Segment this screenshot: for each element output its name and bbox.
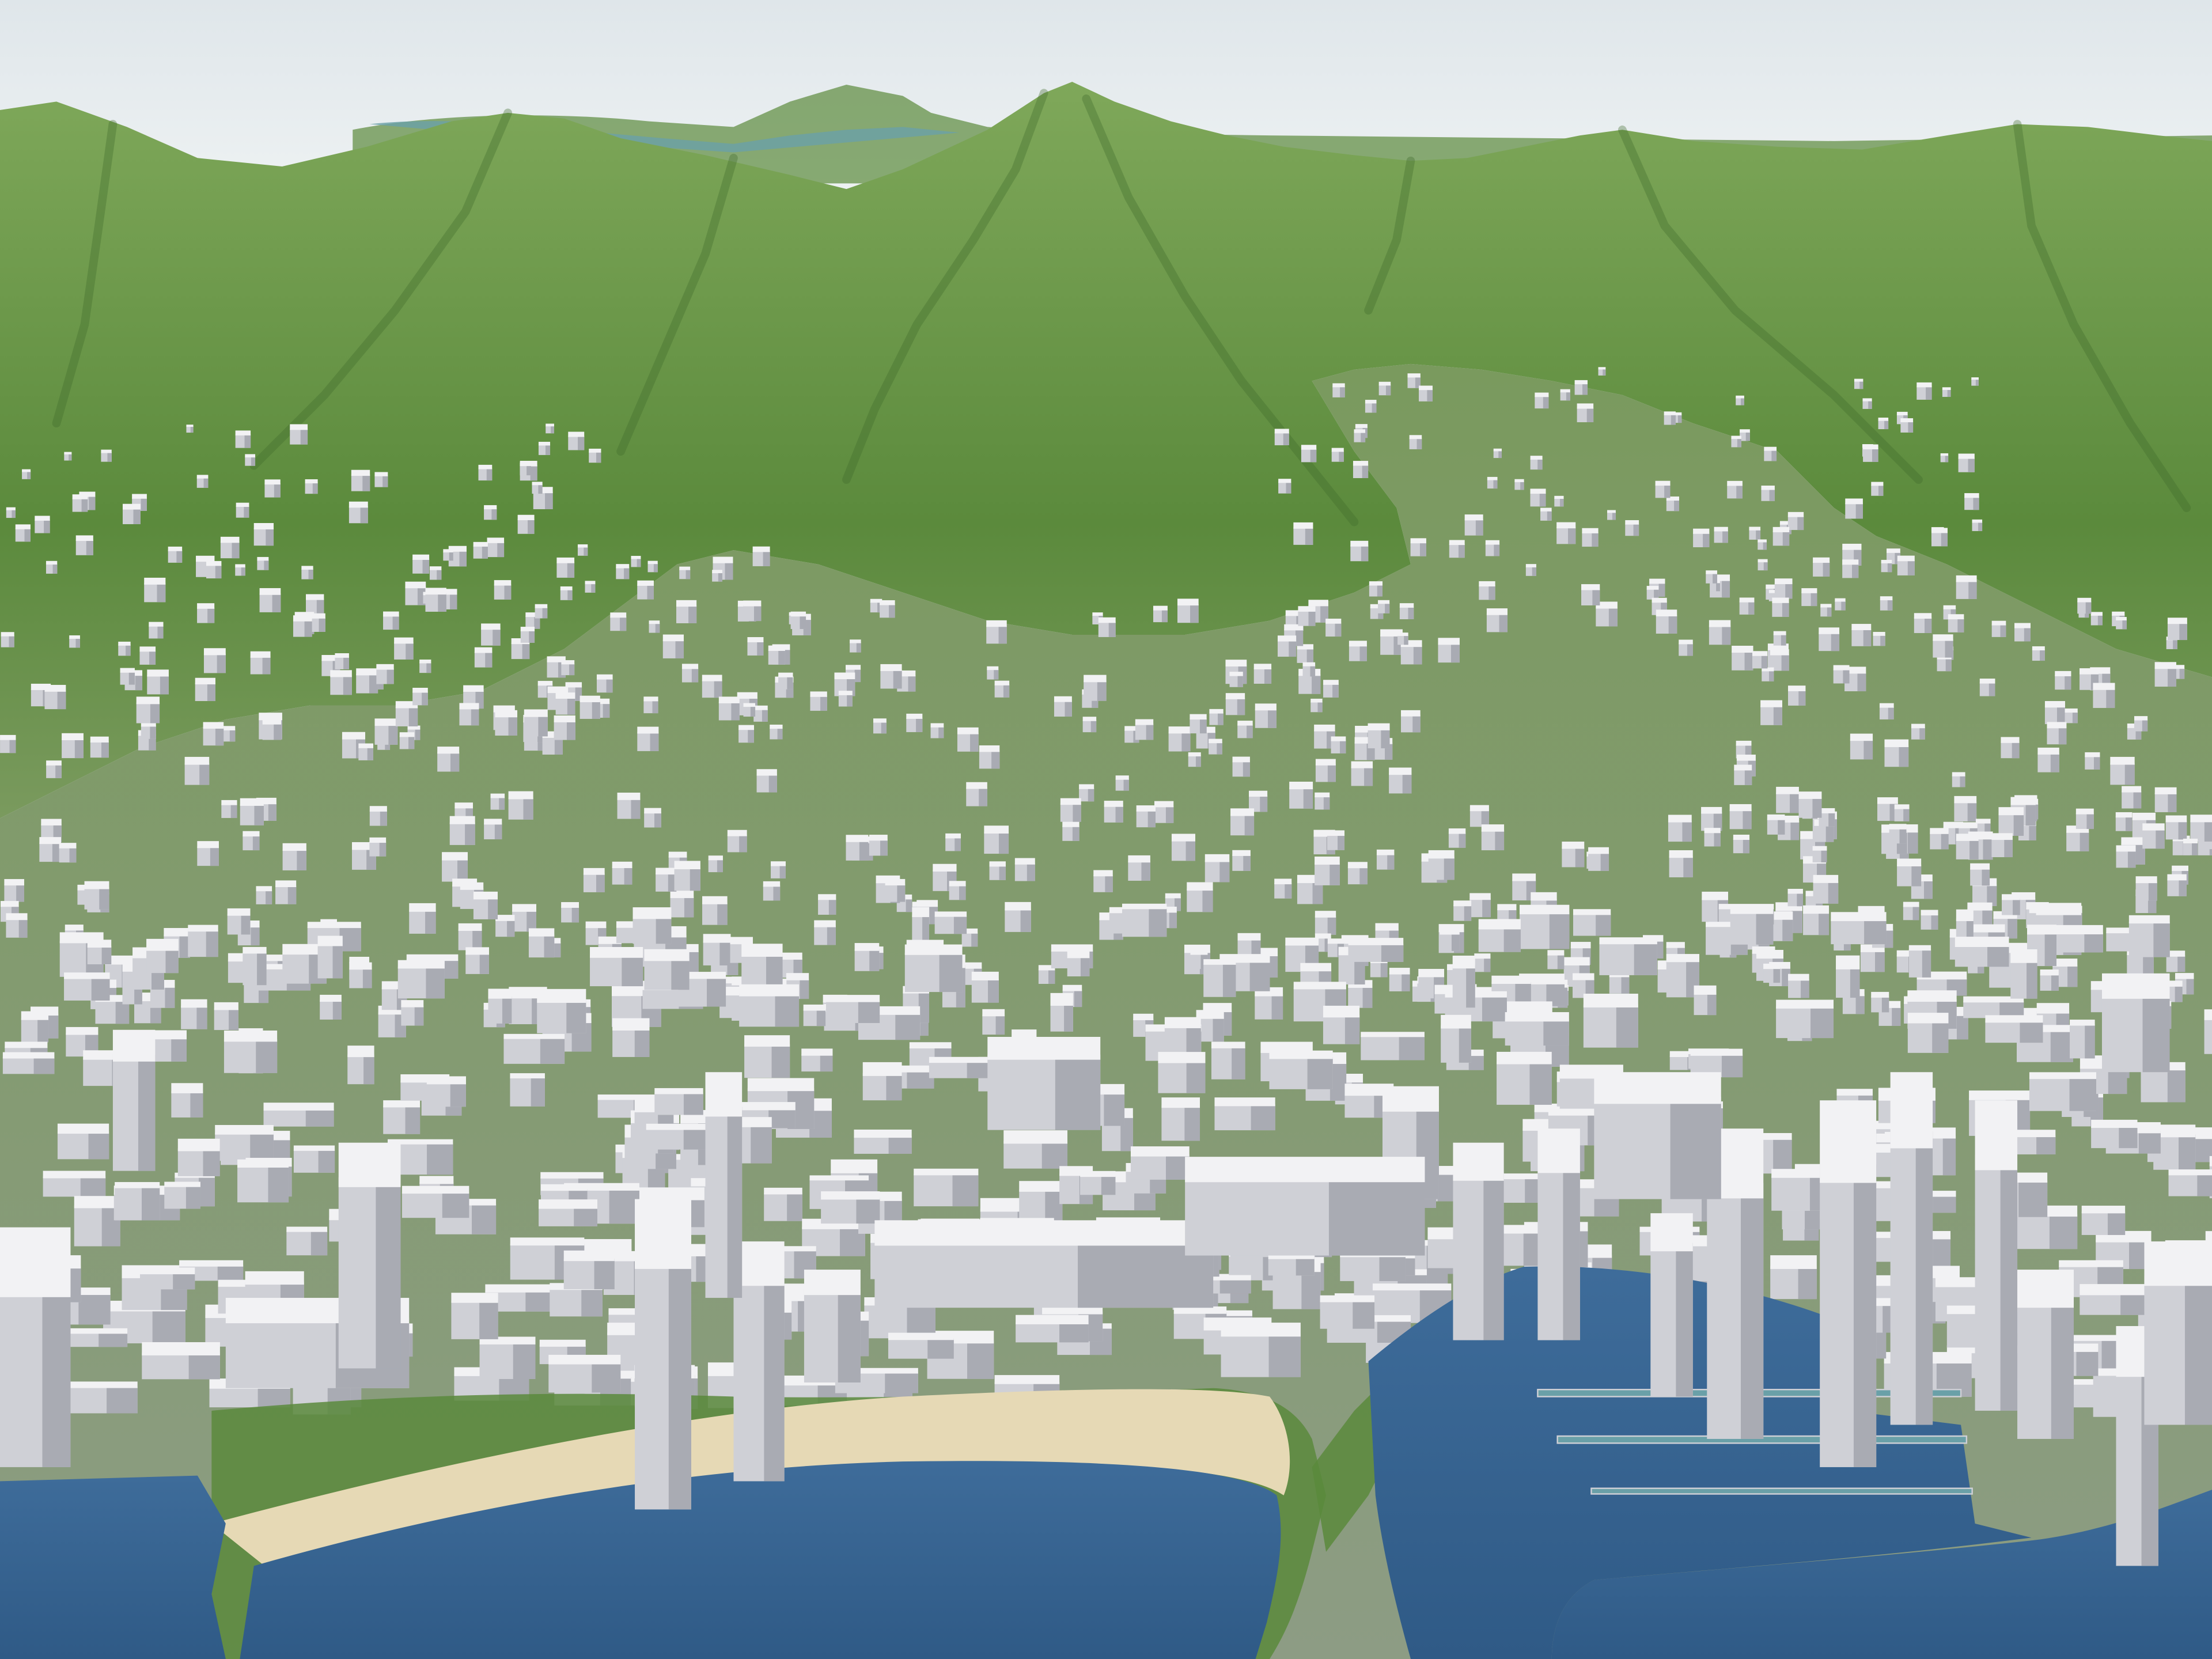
city-terrain-scene [0,0,2212,1659]
ocean-water [0,1475,226,1659]
